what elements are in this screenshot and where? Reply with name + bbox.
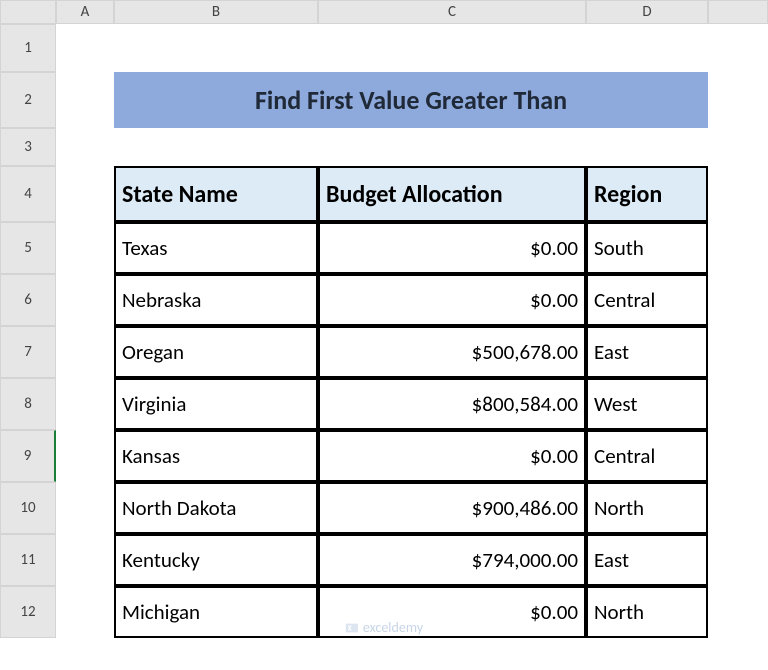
cell-e7[interactable] bbox=[708, 326, 768, 378]
cell-a8[interactable] bbox=[56, 378, 114, 430]
table-row[interactable]: $0.00 bbox=[318, 430, 586, 482]
table-row[interactable]: West bbox=[586, 378, 708, 430]
select-all-corner[interactable] bbox=[0, 0, 56, 24]
row-header-11[interactable]: 11 bbox=[0, 534, 56, 586]
col-header-a[interactable]: A bbox=[56, 0, 114, 24]
table-header-region[interactable]: Region bbox=[586, 166, 708, 222]
cell-b3[interactable] bbox=[114, 128, 318, 166]
table-row[interactable]: $800,584.00 bbox=[318, 378, 586, 430]
table-row[interactable]: East bbox=[586, 534, 708, 586]
row-header-2[interactable]: 2 bbox=[0, 72, 56, 128]
row-header-5[interactable]: 5 bbox=[0, 222, 56, 274]
cell-c3[interactable] bbox=[318, 128, 586, 166]
col-header-d[interactable]: D bbox=[586, 0, 708, 24]
table-row[interactable]: Kansas bbox=[114, 430, 318, 482]
cell-e12[interactable] bbox=[708, 586, 768, 638]
row-header-4[interactable]: 4 bbox=[0, 166, 56, 222]
row-header-3[interactable]: 3 bbox=[0, 128, 56, 166]
table-row[interactable]: Nebraska bbox=[114, 274, 318, 326]
cell-e11[interactable] bbox=[708, 534, 768, 586]
col-header-b[interactable]: B bbox=[114, 0, 318, 24]
cell-e9[interactable] bbox=[708, 430, 768, 482]
cell-a11[interactable] bbox=[56, 534, 114, 586]
row-header-9[interactable]: 9 bbox=[0, 430, 56, 482]
cell-a2[interactable] bbox=[56, 72, 114, 128]
cell-a10[interactable] bbox=[56, 482, 114, 534]
cell-e10[interactable] bbox=[708, 482, 768, 534]
table-row[interactable]: Kentucky bbox=[114, 534, 318, 586]
cell-b1[interactable] bbox=[114, 24, 318, 72]
cell-a3[interactable] bbox=[56, 128, 114, 166]
cell-d1[interactable] bbox=[586, 24, 708, 72]
table-header-state[interactable]: State Name bbox=[114, 166, 318, 222]
table-row[interactable]: North Dakota bbox=[114, 482, 318, 534]
col-header-c[interactable]: C bbox=[318, 0, 586, 24]
cell-e3[interactable] bbox=[708, 128, 768, 166]
excel-icon bbox=[345, 621, 359, 635]
table-row[interactable]: Michigan bbox=[114, 586, 318, 638]
table-row[interactable]: Virginia bbox=[114, 378, 318, 430]
table-row[interactable]: Texas bbox=[114, 222, 318, 274]
table-row[interactable]: $0.00 bbox=[318, 222, 586, 274]
table-row[interactable]: $900,486.00 bbox=[318, 482, 586, 534]
row-header-10[interactable]: 10 bbox=[0, 482, 56, 534]
cell-a7[interactable] bbox=[56, 326, 114, 378]
row-header-8[interactable]: 8 bbox=[0, 378, 56, 430]
cell-a1[interactable] bbox=[56, 24, 114, 72]
cell-e8[interactable] bbox=[708, 378, 768, 430]
cell-a5[interactable] bbox=[56, 222, 114, 274]
table-header-budget[interactable]: Budget Allocation bbox=[318, 166, 586, 222]
table-row[interactable]: South bbox=[586, 222, 708, 274]
cell-e2[interactable] bbox=[708, 72, 768, 128]
row-header-7[interactable]: 7 bbox=[0, 326, 56, 378]
table-row[interactable]: North bbox=[586, 482, 708, 534]
table-row[interactable]: East bbox=[586, 326, 708, 378]
page-title[interactable]: Find First Value Greater Than bbox=[114, 72, 708, 128]
table-row[interactable]: Central bbox=[586, 430, 708, 482]
cell-e4[interactable] bbox=[708, 166, 768, 222]
row-header-1[interactable]: 1 bbox=[0, 24, 56, 72]
cell-a12[interactable] bbox=[56, 586, 114, 638]
watermark-logo: exceldemy bbox=[345, 619, 423, 636]
cell-e6[interactable] bbox=[708, 274, 768, 326]
cell-a4[interactable] bbox=[56, 166, 114, 222]
cell-c1[interactable] bbox=[318, 24, 586, 72]
table-row[interactable]: $0.00 bbox=[318, 274, 586, 326]
watermark-text: exceldemy bbox=[363, 619, 423, 636]
row-header-6[interactable]: 6 bbox=[0, 274, 56, 326]
col-header-extra[interactable] bbox=[708, 0, 768, 24]
table-row[interactable]: Oregan bbox=[114, 326, 318, 378]
table-row[interactable]: $794,000.00 bbox=[318, 534, 586, 586]
cell-a9[interactable] bbox=[56, 430, 114, 482]
cell-e1[interactable] bbox=[708, 24, 768, 72]
cell-e5[interactable] bbox=[708, 222, 768, 274]
table-row[interactable]: North bbox=[586, 586, 708, 638]
table-row[interactable]: $500,678.00 bbox=[318, 326, 586, 378]
cell-d3[interactable] bbox=[586, 128, 708, 166]
table-row[interactable]: Central bbox=[586, 274, 708, 326]
row-header-12[interactable]: 12 bbox=[0, 586, 56, 638]
cell-a6[interactable] bbox=[56, 274, 114, 326]
